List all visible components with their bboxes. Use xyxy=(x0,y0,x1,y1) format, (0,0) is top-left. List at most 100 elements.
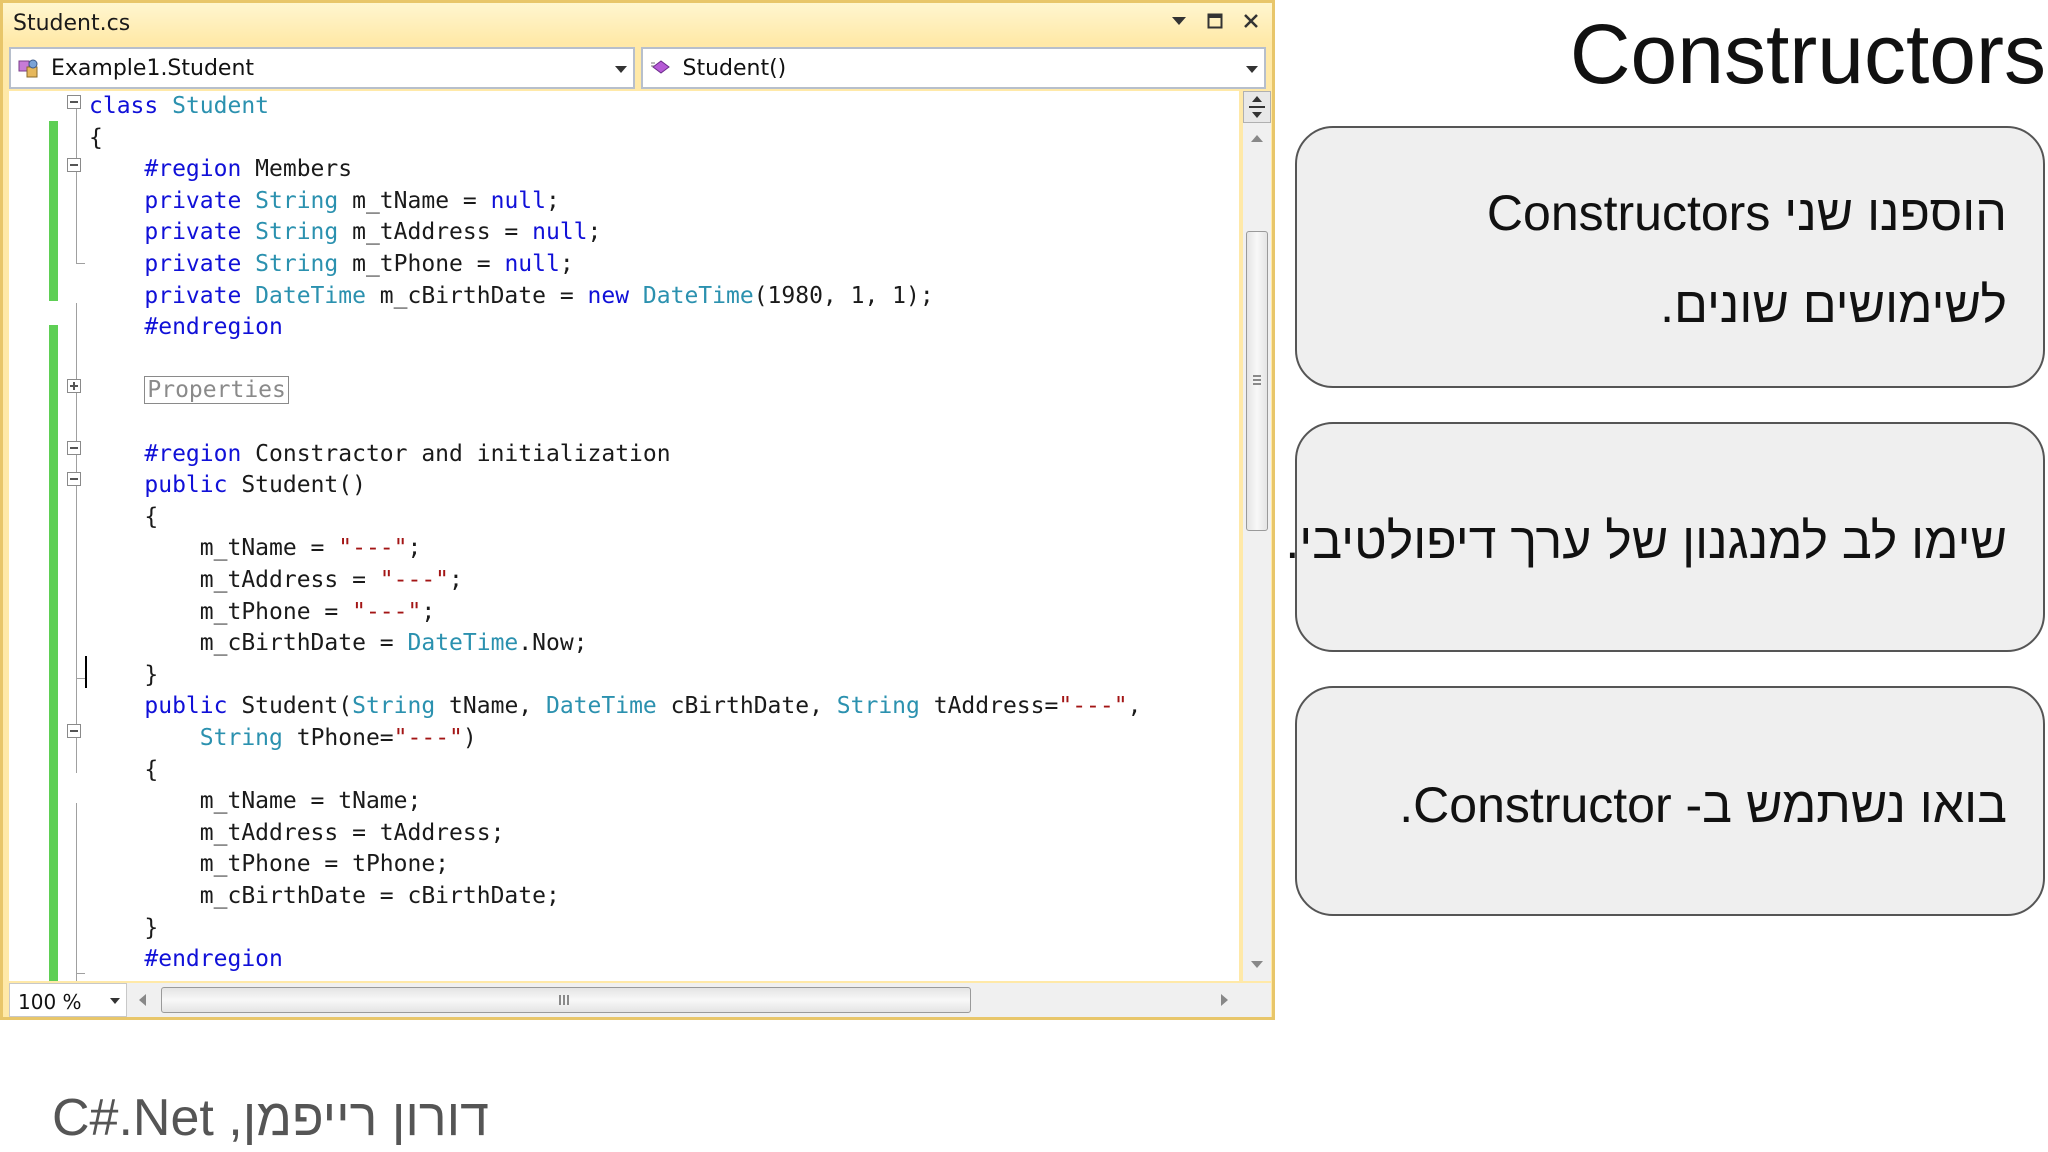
member-dropdown[interactable]: Student() xyxy=(640,47,1266,89)
code-token: , xyxy=(1127,693,1142,720)
code-line[interactable]: { xyxy=(89,502,158,533)
code-editor-window: Student.cs Example1.Student Student() cl… xyxy=(0,0,1275,1020)
code-token: ; xyxy=(559,251,574,277)
callout-text: הוספנו שני Constructors xyxy=(1486,185,2007,241)
code-token: DateTime xyxy=(642,282,754,309)
code-line[interactable]: m_tPhone = tPhone; xyxy=(89,849,449,880)
code-token: "---" xyxy=(338,535,408,562)
code-token: } xyxy=(89,914,159,941)
editor-bottom-bar: 100 % xyxy=(9,983,1271,1017)
code-token: Student() xyxy=(241,472,366,499)
code-token: m_tName = tName; xyxy=(89,788,422,815)
code-line[interactable]: #region Constractor and initialization xyxy=(89,439,670,470)
callout-box-1: הוספנו שני Constructors לשימושים שונים. xyxy=(1295,126,2045,388)
class-dropdown[interactable]: Example1.Student xyxy=(9,47,635,89)
code-token: #region xyxy=(89,156,256,183)
code-token: ; xyxy=(407,535,422,562)
chevron-down-icon[interactable] xyxy=(614,66,627,73)
maximize-icon[interactable] xyxy=(1204,9,1226,33)
code-token: String xyxy=(199,725,283,751)
collapse-icon[interactable] xyxy=(67,472,81,486)
code-line[interactable]: public Student(String tName, DateTime cB… xyxy=(89,691,1141,722)
code-token: m_cBirthDate = xyxy=(89,630,408,657)
code-line[interactable]: m_tName = tName; xyxy=(89,786,422,817)
code-line[interactable]: #endregion xyxy=(89,312,283,343)
document-tab[interactable]: Student.cs xyxy=(3,3,1272,43)
slide-footer: דורון רייפמן, C#.Net xyxy=(52,1089,490,1147)
code-line[interactable]: public Student() xyxy=(89,470,366,501)
class-icon xyxy=(17,57,41,81)
zoom-dropdown[interactable]: 100 % xyxy=(9,983,127,1017)
code-line[interactable]: Properties xyxy=(89,375,289,406)
collapse-icon[interactable] xyxy=(67,724,81,738)
code-line[interactable]: m_cBirthDate = DateTime.Now; xyxy=(89,628,588,659)
method-icon xyxy=(649,57,673,81)
chevron-down-icon[interactable] xyxy=(1246,66,1258,73)
code-line[interactable]: m_cBirthDate = cBirthDate; xyxy=(89,881,560,912)
code-token: m_tAddress = tAddress; xyxy=(89,819,505,846)
code-line[interactable]: } xyxy=(89,660,158,691)
code-token: } xyxy=(89,661,159,688)
code-token: null xyxy=(504,251,560,277)
callout-box-2: שימו לב למנגנון של ערך דיפולטיבי. xyxy=(1285,422,2045,652)
code-line[interactable]: { xyxy=(89,755,158,786)
outline-end xyxy=(76,973,85,974)
outline-end xyxy=(76,678,85,679)
chevron-down-icon[interactable] xyxy=(110,998,120,1004)
code-token: "---" xyxy=(393,725,463,751)
code-line[interactable]: String tPhone="---") xyxy=(89,723,477,754)
scroll-down-icon[interactable] xyxy=(1251,961,1263,968)
code-token: #endregion xyxy=(89,946,283,973)
code-token: ) xyxy=(462,725,477,751)
code-line[interactable]: private String m_tName = null; xyxy=(89,186,560,217)
close-icon[interactable] xyxy=(1240,9,1262,33)
code-token: { xyxy=(89,124,103,151)
split-handle-icon[interactable] xyxy=(1243,91,1271,123)
code-token: Student( xyxy=(241,693,353,720)
code-token: { xyxy=(89,756,159,783)
code-line[interactable]: #endregion xyxy=(89,944,283,975)
code-token: private xyxy=(89,282,256,309)
code-area[interactable]: class Student{ #region Members private S… xyxy=(9,91,1239,981)
code-token: m_cBirthDate = cBirthDate; xyxy=(89,883,560,909)
code-token: m_tName = xyxy=(89,535,339,562)
code-line[interactable]: m_tAddress = "---"; xyxy=(89,565,463,596)
collapsed-region[interactable]: Properties xyxy=(144,376,289,405)
code-line[interactable]: m_tAddress = tAddress; xyxy=(89,818,505,849)
expand-icon[interactable] xyxy=(67,379,81,393)
scroll-up-icon[interactable] xyxy=(1251,135,1263,142)
code-token: m_tAddress = xyxy=(338,219,533,246)
code-line[interactable]: m_tPhone = "---"; xyxy=(89,597,435,628)
code-line[interactable]: } xyxy=(89,913,158,944)
collapse-icon[interactable] xyxy=(67,441,81,455)
code-line[interactable]: m_tName = "---"; xyxy=(89,533,422,564)
code-token: #endregion xyxy=(89,314,283,341)
code-line[interactable]: { xyxy=(89,123,103,154)
code-token: tName, xyxy=(435,693,546,720)
scroll-left-icon[interactable] xyxy=(139,994,146,1006)
vertical-scrollbar[interactable] xyxy=(1243,91,1271,981)
code-token: (1980, 1, 1); xyxy=(753,282,934,309)
code-line[interactable]: #region Members xyxy=(89,154,352,185)
code-line[interactable]: private String m_tAddress = null; xyxy=(89,217,601,248)
code-token: ; xyxy=(545,187,560,214)
code-line[interactable]: private String m_tPhone = null; xyxy=(89,249,574,280)
code-line[interactable]: class Student xyxy=(89,91,269,122)
code-line[interactable]: private DateTime m_cBirthDate = new Date… xyxy=(89,281,934,312)
scroll-thumb[interactable] xyxy=(1246,231,1268,531)
scroll-right-icon[interactable] xyxy=(1221,994,1228,1006)
dropdown-icon[interactable] xyxy=(1168,9,1190,33)
code-token: ; xyxy=(587,219,602,246)
callout-text: בואו נשתמש ב- Constructor. xyxy=(1399,777,2007,833)
collapse-icon[interactable] xyxy=(67,158,81,172)
horizontal-scroll-thumb[interactable] xyxy=(161,987,971,1013)
collapse-icon[interactable] xyxy=(67,95,81,109)
code-token: "---" xyxy=(352,598,422,625)
change-indicator xyxy=(49,121,58,301)
code-token: String xyxy=(255,251,339,277)
outline-line xyxy=(76,363,77,773)
code-token: #region xyxy=(89,440,256,467)
code-token: String xyxy=(836,693,920,720)
